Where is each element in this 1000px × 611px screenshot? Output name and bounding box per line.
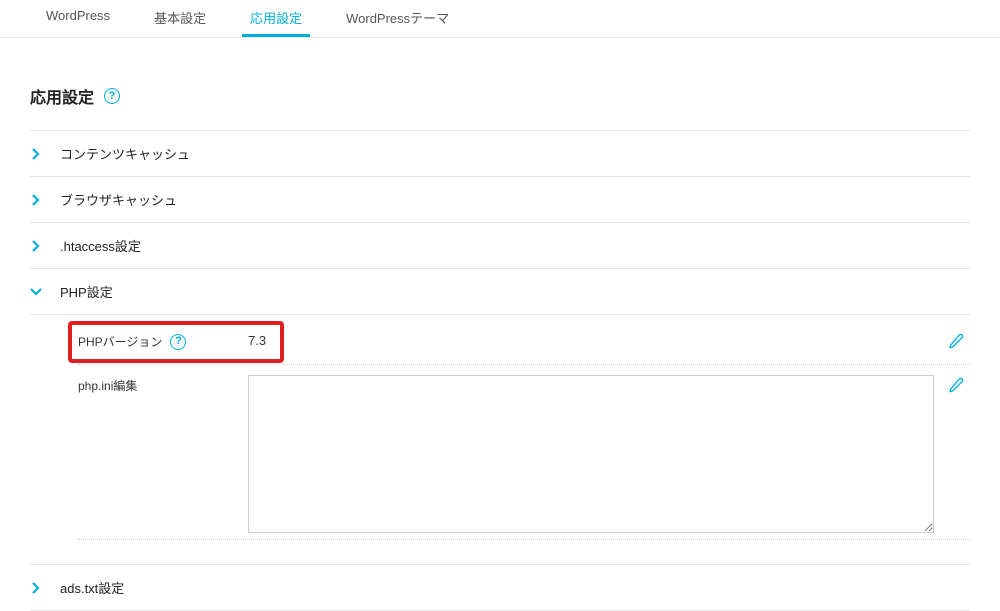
accordion-item-htaccess[interactable]: .htaccess設定 [30, 222, 970, 268]
accordion-label: ブラウザキャッシュ [60, 190, 177, 209]
help-icon[interactable]: ? [104, 88, 120, 104]
setting-label-cell: PHPバージョン ? [78, 333, 248, 350]
tab-advanced-settings[interactable]: 応用設定 [248, 0, 304, 37]
edit-icon[interactable] [948, 333, 964, 354]
accordion-item-content-cache[interactable]: コンテンツキャッシュ [30, 130, 970, 176]
tab-basic-settings[interactable]: 基本設定 [152, 0, 208, 37]
tab-wordpress-theme[interactable]: WordPressテーマ [344, 0, 451, 37]
phpini-textarea[interactable] [248, 375, 934, 533]
setting-row-phpini: php.ini編集 [78, 365, 970, 540]
chevron-right-icon [30, 240, 42, 252]
accordion-item-browser-cache[interactable]: ブラウザキャッシュ [30, 176, 970, 222]
page-title-row: 応用設定 ? [0, 84, 1000, 108]
php-version-value: 7.3 [248, 333, 942, 348]
accordion-item-ads-txt[interactable]: ads.txt設定 [30, 564, 970, 611]
setting-label-cell: php.ini編集 [78, 375, 248, 394]
setting-row-php-version: PHPバージョン ? 7.3 [78, 321, 970, 365]
accordion-label: PHP設定 [60, 282, 113, 301]
accordion-label: ads.txt設定 [60, 578, 124, 597]
tab-bar: WordPress 基本設定 応用設定 WordPressテーマ [0, 0, 1000, 37]
php-settings-panel: PHPバージョン ? 7.3 php.ini編集 [30, 314, 970, 564]
chevron-right-icon [30, 148, 42, 160]
help-icon[interactable]: ? [170, 334, 186, 350]
tab-wordpress[interactable]: WordPress [44, 0, 112, 33]
chevron-right-icon [30, 194, 42, 206]
php-version-label: PHPバージョン [78, 333, 162, 350]
accordion-item-php[interactable]: PHP設定 [30, 268, 970, 314]
accordion: コンテンツキャッシュ ブラウザキャッシュ .htaccess設定 PHP設定 P… [0, 130, 1000, 611]
chevron-right-icon [30, 582, 42, 594]
accordion-label: コンテンツキャッシュ [60, 144, 190, 163]
chevron-down-icon [30, 288, 42, 296]
phpini-label: php.ini編集 [78, 377, 137, 394]
accordion-label: .htaccess設定 [60, 236, 141, 255]
edit-icon[interactable] [948, 377, 964, 398]
page-title: 応用設定 [30, 84, 94, 108]
